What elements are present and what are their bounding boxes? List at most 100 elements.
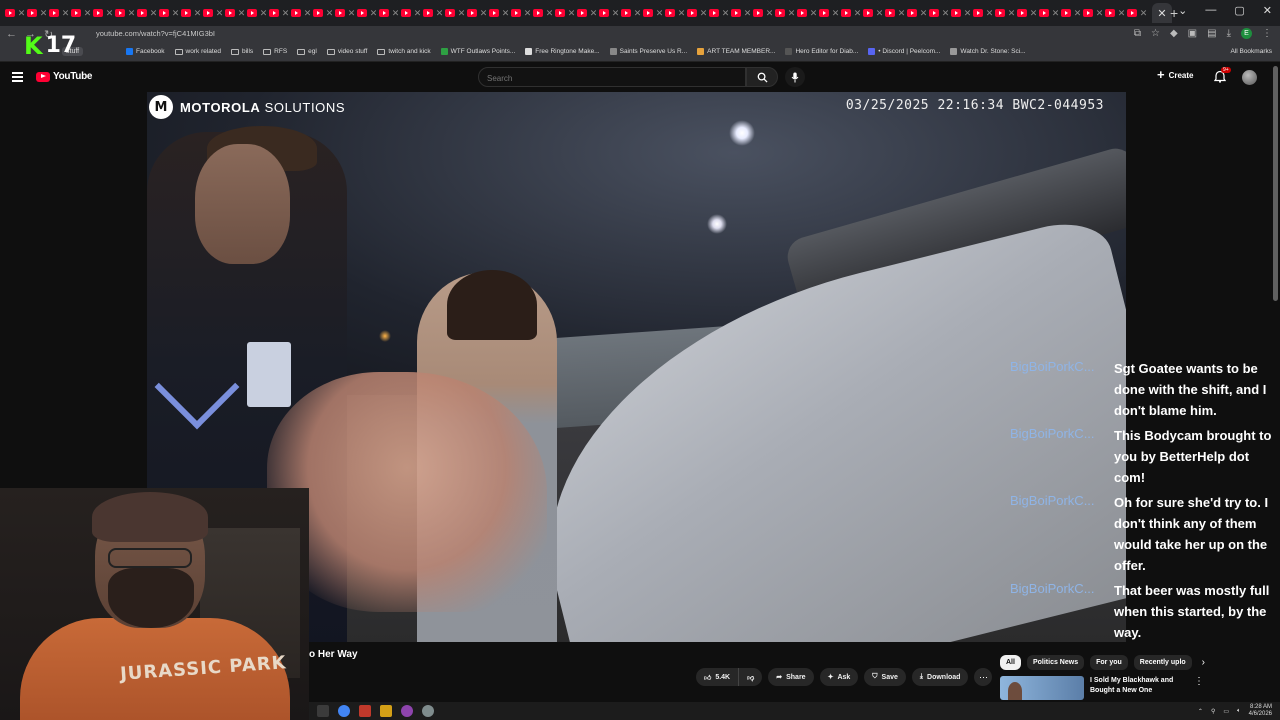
close-tab-icon[interactable]: ✕ [854,8,862,19]
bookmark-item[interactable]: work related [174,48,221,55]
bookmark-item[interactable]: • Discord | Peelcom... [868,48,940,55]
browser-tab[interactable]: ✕ [202,5,224,21]
close-tab-icon[interactable]: ✕ [744,8,752,19]
menu-icon[interactable] [12,72,23,84]
recommendation-item[interactable]: I Sold My Blackhawk and Bought a New One [1000,676,1205,700]
close-tab-icon[interactable]: ✕ [898,8,906,19]
browser-tab[interactable]: ✕ [730,5,752,21]
bookmark-item[interactable]: Facebook [126,48,165,55]
browser-tab[interactable]: ✕ [466,5,488,21]
filter-chip[interactable]: For you [1090,655,1128,670]
browser-tab[interactable]: ✕ [70,5,92,21]
close-tab-icon[interactable]: ✕ [700,8,708,19]
tab-search-icon[interactable]: ⌄ [1178,4,1187,17]
close-tab-icon[interactable]: ✕ [18,8,26,19]
close-tab-icon[interactable]: ✕ [326,8,334,19]
browser-tab[interactable]: ✕ [378,5,400,21]
browser-tab[interactable]: ✕ [48,5,70,21]
close-tab-icon[interactable]: ✕ [414,8,422,19]
back-icon[interactable]: ← [6,28,17,41]
close-tab-icon[interactable]: ✕ [348,8,356,19]
filter-chip[interactable]: All [1000,655,1021,670]
recommendation-thumbnail[interactable] [1000,676,1084,700]
ask-button[interactable]: ✦ Ask [819,668,859,686]
browser-tab[interactable]: ✕ [136,5,158,21]
close-tab-icon[interactable]: ✕ [986,8,994,19]
browser-tab[interactable]: ✕ [290,5,312,21]
recommendation-menu-icon[interactable]: ⋮ [1194,676,1204,687]
bookmark-item[interactable]: egl [297,48,317,55]
bookmark-item[interactable]: video stuff [326,48,367,55]
all-bookmarks[interactable]: All Bookmarks [1230,48,1272,55]
browser-tab[interactable]: ✕ [510,5,532,21]
more-actions-button[interactable]: ⋯ [974,668,993,686]
browser-tab[interactable]: ✕ [532,5,554,21]
close-tab-icon[interactable]: ✕ [942,8,950,19]
browser-tab[interactable]: ✕ [686,5,708,21]
close-tab-icon[interactable]: ✕ [1052,8,1060,19]
chat-username[interactable]: BigBoiPorkC... [1010,358,1114,421]
save-button[interactable]: ⛉ Save [864,668,906,686]
minimize-button[interactable]: — [1205,4,1216,17]
like-button[interactable]: 👍︎ 5.4K [696,668,740,686]
bookmark-item[interactable]: RFS [263,48,287,55]
close-tab-icon[interactable]: ✕ [876,8,884,19]
close-tab-icon[interactable]: ✕ [788,8,796,19]
close-tab-icon[interactable]: ✕ [1096,8,1104,19]
close-tab-icon[interactable]: ✕ [40,8,48,19]
close-tab-icon[interactable]: ✕ [920,8,928,19]
close-tab-icon[interactable]: ✕ [128,8,136,19]
close-tab-icon[interactable]: ✕ [832,8,840,19]
chrome-icon[interactable] [338,705,350,717]
close-tab-icon[interactable]: ✕ [238,8,246,19]
browser-tab[interactable]: ✕ [598,5,620,21]
chevron-right-icon[interactable]: › [1202,657,1205,668]
browser-tab[interactable]: ✕ [180,5,202,21]
create-button[interactable]: + Create [1157,68,1194,81]
maximize-button[interactable]: ▢ [1234,4,1244,17]
close-tab-icon[interactable]: ✕ [480,8,488,19]
browser-tab[interactable]: ✕ [1082,5,1104,21]
notifications-button[interactable]: 9+ [1213,67,1231,88]
system-clock[interactable]: 8:28 AM 4/6/2026 [1249,704,1272,718]
bookmark-item[interactable]: WTF Outlaws Points... [440,48,515,55]
sidebar-icon[interactable]: ▤ [1207,28,1216,39]
close-tab-icon[interactable]: ✕ [106,8,114,19]
close-tab-icon[interactable]: ✕ [260,8,268,19]
profile-avatar[interactable]: E [1241,28,1252,39]
browser-tab[interactable]: ✕ [114,5,136,21]
browser-tab[interactable]: ✕ [664,5,686,21]
browser-tab[interactable]: ✕ [752,5,774,21]
bookmark-item[interactable]: Watch Dr. Stone: Sci... [950,48,1026,55]
browser-tab[interactable]: ✕ [1104,5,1126,21]
browser-tab[interactable]: ✕ [224,5,246,21]
tray-chevron-icon[interactable]: ⌃ [1198,708,1203,715]
close-tab-icon[interactable]: ✕ [502,8,510,19]
browser-tab[interactable]: ✕ [576,5,598,21]
close-tab-icon[interactable]: ✕ [1030,8,1038,19]
browser-tab[interactable]: ✕ [356,5,378,21]
download-button[interactable]: ⤓ Download [911,668,969,686]
chat-username[interactable]: BigBoiPorkC... [1010,580,1114,643]
bookmark-item[interactable]: Saints Preserve Us R... [609,48,687,55]
settings-gear-icon[interactable] [422,705,434,717]
close-tab-icon[interactable]: ✕ [150,8,158,19]
close-tab-icon[interactable]: ✕ [458,8,466,19]
bookmark-star-icon[interactable]: ☆ [1151,28,1160,39]
close-tab-icon[interactable]: ✕ [282,8,290,19]
browser-tab[interactable]: ✕ [334,5,356,21]
browser-tab[interactable]: ✕ [400,5,422,21]
search-input[interactable] [479,69,745,88]
recommendation-title[interactable]: I Sold My Blackhawk and Bought a New One [1090,676,1186,700]
browser-tab[interactable]: ✕ [26,5,48,21]
bookmark-item[interactable]: Free Ringtone Make... [525,48,600,55]
browser-tab[interactable]: ✕ [1126,5,1148,21]
browser-tab[interactable]: ✕ [1060,5,1082,21]
close-tab-icon[interactable]: ✕ [216,8,224,19]
active-tab[interactable]: ✕ [1152,3,1172,23]
close-tab-icon[interactable]: ✕ [612,8,620,19]
close-tab-icon[interactable]: ✕ [678,8,686,19]
browser-tab[interactable]: ✕ [1016,5,1038,21]
close-tab-icon[interactable]: ✕ [1074,8,1082,19]
bookmark-item[interactable]: twitch and kick [377,48,431,55]
